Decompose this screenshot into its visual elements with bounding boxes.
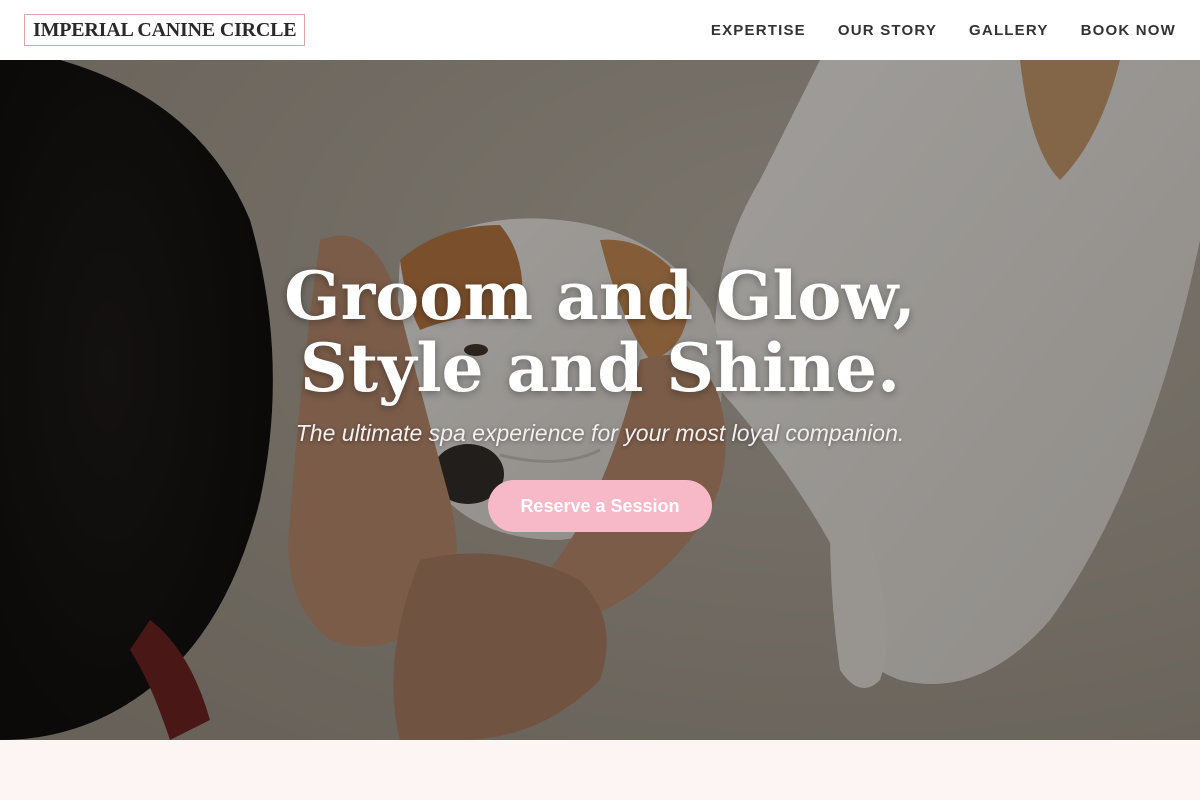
next-section-preview	[0, 740, 1200, 800]
nav-link-our-story[interactable]: OUR STORY	[838, 22, 937, 39]
site-logo[interactable]: IMPERIAL CANINE CIRCLE	[24, 14, 306, 46]
nav-link-book-now[interactable]: BOOK NOW	[1081, 22, 1176, 39]
hero-section: Groom and Glow, Style and Shine. The ult…	[0, 60, 1200, 740]
site-header: IMPERIAL CANINE CIRCLE EXPERTISE OUR STO…	[0, 0, 1200, 60]
hero-headline-line-2: Style and Shine.	[299, 329, 901, 407]
nav-link-gallery[interactable]: GALLERY	[969, 22, 1049, 39]
hero-tagline: The ultimate spa experience for your mos…	[295, 420, 905, 446]
nav-link-expertise[interactable]: EXPERTISE	[711, 22, 806, 39]
main-nav: EXPERTISE OUR STORY GALLERY BOOK NOW	[711, 0, 1176, 60]
hero-headline: Groom and Glow, Style and Shine.	[0, 260, 1200, 404]
hero-headline-line-1: Groom and Glow,	[284, 257, 916, 335]
hero-content: Groom and Glow, Style and Shine. The ult…	[0, 260, 1200, 532]
reserve-session-button[interactable]: Reserve a Session	[488, 480, 712, 532]
